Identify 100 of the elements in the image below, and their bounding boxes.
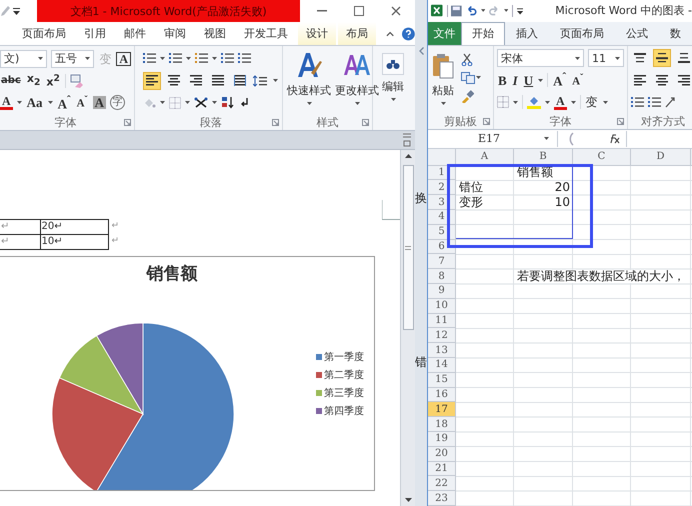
row-header[interactable]: 9 [428, 284, 456, 299]
file-tab[interactable]: 文件 [428, 22, 461, 45]
excel-logo-icon [431, 4, 443, 18]
vertical-scrollbar[interactable] [400, 150, 415, 506]
clear-formatting-icon[interactable] [70, 74, 84, 88]
bold-button[interactable]: B [497, 72, 508, 88]
shrink-font-button[interactable]: A$^{ˇ}$ [76, 94, 89, 111]
paragraph-mark-icon[interactable] [239, 96, 249, 108]
maximize-icon [354, 6, 364, 16]
select-all-corner[interactable] [428, 148, 456, 166]
subscript-button[interactable]: x$_{2}$ [26, 72, 42, 89]
column-header[interactable]: C [573, 148, 631, 166]
collapse-ribbon-icon[interactable] [386, 30, 394, 36]
format-painter-icon[interactable] [461, 90, 474, 103]
align-center-icon [656, 74, 668, 86]
ribbon-tab[interactable]: 开发工具 [236, 22, 296, 45]
ribbon-tab[interactable]: 数 [659, 22, 692, 45]
quick-styles-button[interactable]: 快速样式 [286, 49, 332, 115]
strikethrough-button[interactable]: abc [0, 74, 22, 86]
row-header[interactable]: 11 [428, 314, 456, 328]
name-box[interactable]: E17 [428, 130, 558, 147]
change-styles-button[interactable]: 更改样式 [334, 49, 380, 115]
scissors-icon[interactable] [461, 52, 473, 66]
ribbon-tab[interactable]: 视图 [196, 22, 234, 45]
save-icon[interactable] [451, 4, 462, 17]
row-header[interactable]: 14 [428, 358, 456, 373]
caret-icon [390, 98, 396, 101]
chevron-left-icon [419, 47, 424, 55]
ribbon-tab[interactable]: 页面布局 [14, 22, 74, 45]
row-header[interactable]: 13 [428, 343, 456, 358]
ribbon-tab[interactable]: 插入 [505, 22, 549, 45]
copy-icon[interactable] [461, 72, 475, 84]
ribbon-tab[interactable]: 审阅 [156, 22, 194, 45]
increase-indent-icon [238, 53, 251, 64]
editing-button[interactable]: 编辑 [381, 51, 405, 103]
scroll-up-icon[interactable] [404, 154, 412, 158]
ruler-toggle-icon[interactable] [401, 133, 413, 147]
row-header[interactable]: 19 [428, 432, 456, 447]
align-middle-button[interactable] [653, 49, 671, 68]
line-spacing-icon[interactable] [253, 74, 269, 86]
ribbon-tab[interactable]: 邮件 [116, 22, 154, 45]
column-header[interactable]: D [631, 148, 691, 166]
row-header[interactable]: 7 [428, 254, 456, 270]
customize-menu-icon[interactable] [517, 6, 524, 15]
background-window-text: 错 [415, 356, 427, 368]
scroll-thumb[interactable] [402, 165, 414, 330]
font-color-button[interactable]: A [0, 95, 13, 110]
align-left-button[interactable] [143, 72, 161, 90]
dialog-launcher-icon[interactable] [272, 119, 279, 126]
ribbon-tab[interactable]: 页面布局 [549, 22, 615, 45]
paste-button[interactable]: 粘贴 [431, 48, 455, 114]
superscript-button[interactable]: x$^{2}$ [45, 72, 61, 88]
dialog-launcher-icon[interactable] [617, 118, 624, 125]
legend-label: 第一季度 [324, 350, 364, 364]
help-icon[interactable] [402, 26, 415, 40]
enclose-characters-button[interactable]: 字 [110, 95, 125, 110]
row-header[interactable]: 12 [428, 328, 456, 344]
insert-function-icon[interactable] [608, 133, 620, 144]
row-header[interactable]: 22 [428, 476, 456, 492]
shrink-font-button[interactable]: A$^{ˇ}$ [571, 72, 584, 88]
character-shading-button[interactable]: A [92, 96, 106, 109]
ribbon-tab[interactable]: 引用 [76, 22, 114, 45]
row-header[interactable]: 8 [428, 269, 456, 284]
row-header[interactable]: 10 [428, 298, 456, 314]
phonetic-guide-button[interactable]: 变 [584, 95, 599, 110]
grow-font-button[interactable]: A$^{ˆ}$ [552, 71, 568, 89]
data-range-outline[interactable] [456, 166, 573, 239]
font-size-field[interactable]: 11 [588, 49, 624, 68]
row-header[interactable]: 18 [428, 417, 456, 432]
asian-layout-icon[interactable] [194, 96, 208, 108]
background-window-text: 换 [415, 192, 427, 204]
row-header[interactable]: 15 [428, 372, 456, 388]
font-color-button[interactable]: A [554, 94, 567, 110]
underline-button[interactable]: U [522, 72, 534, 88]
italic-button[interactable]: I [512, 72, 519, 88]
change-case-button[interactable]: Aa [26, 95, 44, 110]
font-size-field[interactable]: 五号 [51, 50, 94, 68]
character-border-button[interactable]: A [116, 52, 131, 66]
sort-icon[interactable] [221, 96, 235, 109]
row-header[interactable]: 21 [428, 462, 456, 476]
font-name-field[interactable]: 文) [0, 50, 48, 68]
row-header[interactable]: 17 [428, 402, 456, 418]
dialog-launcher-icon[interactable] [362, 119, 369, 126]
scroll-down-icon[interactable] [404, 498, 412, 502]
ribbon-tab[interactable]: 布局 [338, 22, 376, 45]
grow-font-button[interactable]: A$^{ˆ}$ [56, 94, 72, 112]
ribbon-tab[interactable]: 开始 [461, 22, 505, 45]
row-header[interactable]: 23 [428, 491, 456, 506]
customize-menu-icon[interactable] [13, 7, 20, 15]
dialog-launcher-icon[interactable] [124, 119, 131, 126]
borders-icon[interactable] [497, 96, 509, 108]
row-header[interactable]: 20 [428, 446, 456, 462]
fill-color-icon[interactable] [527, 95, 541, 110]
orientation-icon[interactable] [665, 96, 675, 108]
row-header[interactable]: 16 [428, 388, 456, 402]
dialog-launcher-icon[interactable] [483, 118, 490, 125]
ribbon-tab[interactable]: 公式 [615, 22, 659, 45]
font-name-field[interactable]: 宋体 [497, 49, 584, 68]
ribbon-tab[interactable]: 设计 [298, 22, 336, 45]
undo-icon[interactable] [466, 4, 477, 17]
